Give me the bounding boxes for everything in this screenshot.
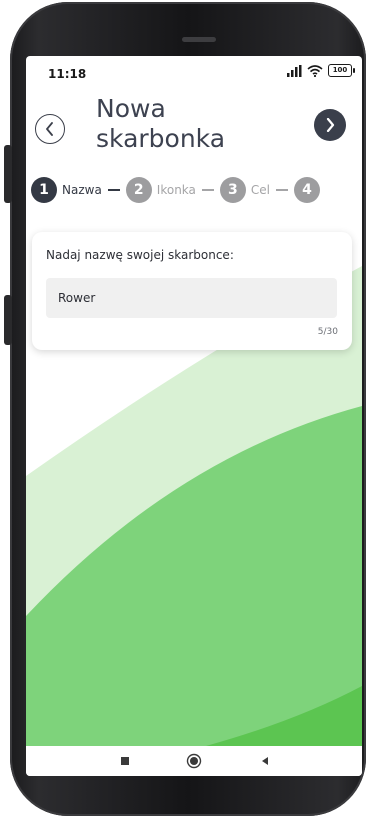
recents-button[interactable] (105, 746, 145, 776)
volume-button (4, 145, 12, 203)
step-3-number[interactable]: 3 (219, 177, 246, 203)
android-nav-bar (26, 746, 362, 776)
step-separator (276, 189, 289, 191)
speaker-grille (182, 37, 216, 42)
chevron-left-icon (46, 122, 53, 136)
square-icon (121, 757, 129, 765)
app-screen: 11:18 100 Nowa skarbonka 1 Nazwa 2 Ikonk… (26, 56, 362, 776)
page-title-line-2: skarbonka (96, 124, 226, 153)
status-bar: 11:18 100 (26, 56, 362, 88)
wifi-icon (307, 64, 323, 77)
step-1-label: Nazwa (62, 183, 102, 197)
step-indicator: 1 Nazwa 2 Ikonka 3 Cel 4 (31, 176, 361, 204)
page-title-line-1: Nowa (96, 94, 166, 123)
step-separator (201, 189, 214, 191)
triangle-back-icon (262, 757, 268, 765)
step-separator (107, 189, 120, 191)
character-counter: 5/30 (317, 327, 338, 337)
circle-icon (186, 753, 202, 769)
step-1-number[interactable]: 1 (31, 177, 57, 203)
status-time: 11:18 (48, 67, 87, 81)
step-2-number[interactable]: 2 (125, 177, 152, 203)
power-button (4, 295, 12, 345)
home-button[interactable] (174, 746, 214, 776)
piggybank-name-input[interactable] (46, 278, 337, 318)
step-2-label: Ikonka (156, 183, 196, 197)
background-waves (26, 266, 362, 746)
nav-back-button[interactable] (245, 746, 285, 776)
battery-icon: 100 (328, 64, 355, 77)
page-title: Nowa skarbonka (96, 94, 225, 154)
next-button[interactable] (314, 109, 346, 141)
name-form-card: Nadaj nazwę swojej skarbonce: 5/30 (32, 232, 352, 350)
status-icons: 100 (286, 64, 355, 77)
chevron-right-icon (326, 118, 335, 132)
back-button[interactable] (35, 114, 65, 144)
step-3-label: Cel (250, 183, 271, 197)
signal-icon (287, 64, 302, 77)
name-field-label: Nadaj nazwę swojej skarbonce: (46, 248, 234, 262)
step-4-number[interactable]: 4 (294, 177, 321, 203)
